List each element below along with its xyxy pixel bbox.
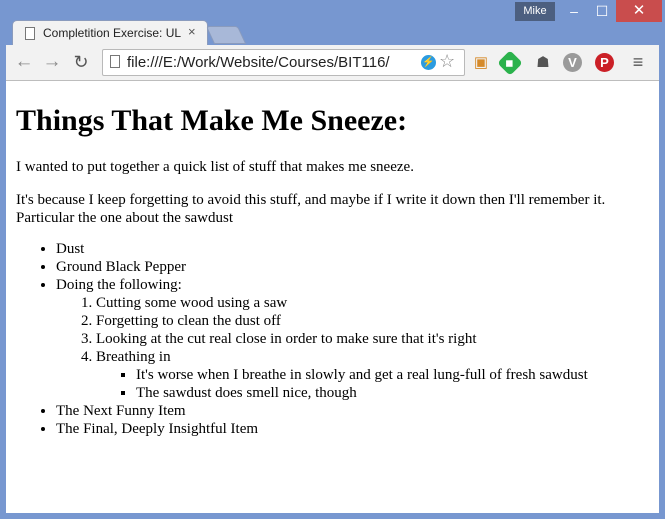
maximize-button[interactable]: ☐ bbox=[588, 0, 616, 22]
note-item: It's worse when I breathe in slowly and … bbox=[136, 366, 659, 384]
reason-paragraph: It's because I keep forgetting to avoid … bbox=[16, 192, 606, 226]
step-item: Breathing in It's worse when I breathe i… bbox=[96, 348, 659, 402]
url-text[interactable]: file:///E:/Work/Website/Courses/BIT116/ bbox=[127, 54, 390, 71]
step-item: Looking at the cut real close in order t… bbox=[96, 330, 659, 348]
page-heading: Things That Make Me Sneeze: bbox=[16, 104, 408, 137]
breathing-notes-list: It's worse when I breathe in slowly and … bbox=[96, 366, 659, 402]
list-item-label: Doing the following: bbox=[56, 277, 182, 293]
page-viewport: Things That Make Me Sneeze: I wanted to … bbox=[6, 81, 659, 513]
lightning-icon[interactable]: ⚡ bbox=[421, 55, 436, 70]
step-item: Cutting some wood using a saw bbox=[96, 294, 659, 312]
step-item: Forgetting to clean the dust off bbox=[96, 312, 659, 330]
reload-button[interactable]: ↻ bbox=[70, 51, 92, 73]
tab-active[interactable]: Completition Exercise: UL × bbox=[12, 20, 208, 46]
step-item-label: Breathing in bbox=[96, 349, 171, 365]
menu-icon[interactable]: ≡ bbox=[630, 52, 646, 73]
list-item: Dust bbox=[56, 240, 659, 258]
sneeze-list: Dust Ground Black Pepper Doing the follo… bbox=[16, 240, 659, 438]
close-window-button[interactable]: ✕ bbox=[616, 0, 662, 22]
back-button[interactable]: ← bbox=[13, 51, 35, 73]
address-bar[interactable]: file:///E:/Work/Website/Courses/BIT116/ … bbox=[102, 49, 465, 76]
minimize-button[interactable]: – bbox=[560, 0, 588, 22]
new-tab-button[interactable] bbox=[205, 26, 247, 44]
ghostery-icon[interactable]: ☗ bbox=[532, 52, 554, 74]
tab-close-icon[interactable]: × bbox=[188, 24, 196, 39]
browser-window: Mike – ☐ ✕ Completition Exercise: UL × ←… bbox=[0, 0, 665, 519]
toolbar: ← → ↻ file:///E:/Work/Website/Courses/BI… bbox=[6, 45, 659, 81]
note-item: The sawdust does smell nice, though bbox=[136, 384, 659, 402]
list-item: Ground Black Pepper bbox=[56, 258, 659, 276]
list-item: The Final, Deeply Insightful Item bbox=[56, 420, 659, 438]
list-item: The Next Funny Item bbox=[56, 402, 659, 420]
feedly-icon[interactable]: ◆ bbox=[497, 50, 523, 76]
page-icon bbox=[110, 55, 120, 68]
tab-title: Completition Exercise: UL bbox=[43, 26, 182, 40]
document-icon bbox=[25, 27, 35, 40]
steps-list: Cutting some wood using a saw Forgetting… bbox=[56, 294, 659, 402]
vimeo-icon[interactable]: V bbox=[563, 53, 582, 72]
list-item: Doing the following: Cutting some wood u… bbox=[56, 276, 659, 402]
intro-paragraph: I wanted to put together a quick list of… bbox=[16, 159, 414, 175]
bookmark-star-icon[interactable]: ☆ bbox=[439, 51, 455, 72]
profile-badge[interactable]: Mike bbox=[515, 2, 555, 21]
forward-button[interactable]: → bbox=[41, 51, 63, 73]
box-icon[interactable]: ▣ bbox=[470, 52, 492, 74]
pinterest-icon[interactable]: P bbox=[595, 53, 614, 72]
page-content: Things That Make Me Sneeze: I wanted to … bbox=[6, 103, 659, 438]
